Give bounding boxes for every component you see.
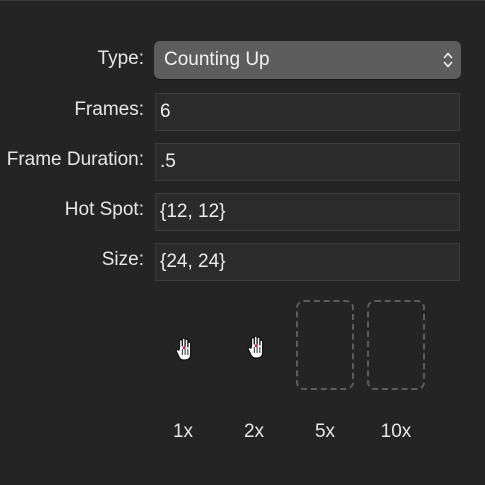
frame-duration-value: .5 xyxy=(160,151,176,172)
scale-label-10x: 10x xyxy=(380,421,412,442)
hot-spot-value: {12, 12} xyxy=(160,201,226,222)
window-top-edge xyxy=(0,0,485,1)
hand-cursor-icon[interactable] xyxy=(174,336,194,364)
frame-duration-field[interactable]: .5 xyxy=(155,143,460,181)
frame-duration-label: Frame Duration: xyxy=(6,149,144,170)
size-label: Size: xyxy=(101,249,144,270)
hot-spot-field[interactable]: {12, 12} xyxy=(155,193,460,231)
scale-label-5x: 5x xyxy=(314,421,336,442)
chevron-up-down-icon xyxy=(443,52,453,68)
hand-cursor-icon[interactable] xyxy=(246,334,266,362)
type-popup-button[interactable]: Counting Up xyxy=(154,41,461,79)
scale-label-1x: 1x xyxy=(172,421,194,442)
frames-label: Frames: xyxy=(74,99,144,120)
type-label: Type: xyxy=(97,48,144,69)
scale-label-2x: 2x xyxy=(243,421,265,442)
frames-field[interactable]: 6 xyxy=(155,93,460,131)
size-field[interactable]: {24, 24} xyxy=(155,243,460,281)
type-popup-value: Counting Up xyxy=(164,49,270,70)
frames-value: 6 xyxy=(160,101,171,122)
image-well-5x[interactable] xyxy=(296,300,354,390)
size-value: {24, 24} xyxy=(160,251,226,272)
image-well-10x[interactable] xyxy=(367,300,425,390)
hot-spot-label: Hot Spot: xyxy=(64,199,144,220)
